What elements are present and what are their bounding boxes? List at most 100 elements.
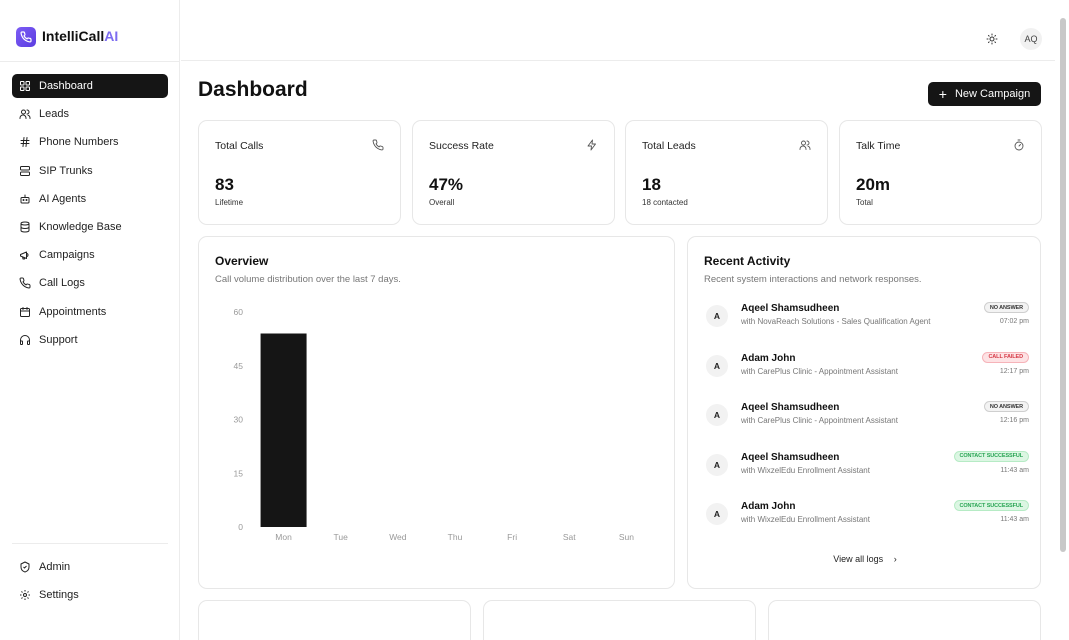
timer-icon (1014, 139, 1024, 151)
new-campaign-button[interactable]: + New Campaign (928, 82, 1041, 106)
avatar: A (706, 404, 728, 426)
sidebar-item-admin[interactable]: Admin (12, 555, 168, 579)
sidebar-item-label: Dashboard (39, 80, 93, 92)
x-tick-label: Thu (448, 532, 463, 542)
calendar-icon (20, 306, 30, 317)
sidebar-item-campaigns[interactable]: Campaigns (12, 243, 168, 267)
sidebar-item-phone-numbers[interactable]: Phone Numbers (12, 130, 168, 154)
phone-icon (372, 139, 384, 151)
status-badge: CONTACT SUCCESSFUL (953, 450, 1029, 462)
brand[interactable]: IntelliCallAI (16, 26, 118, 48)
sidebar-item-label: Leads (39, 108, 69, 121)
phone-icon (19, 277, 31, 289)
sidebar-item-ai-agents[interactable]: AI Agents (12, 187, 168, 211)
sidebar-item-leads[interactable]: Leads (12, 102, 168, 126)
y-tick-label: 15 (234, 468, 244, 478)
recent-activity-panel: Recent Activity Recent system interactio… (687, 236, 1041, 589)
sidebar-item-label: Call Logs (39, 277, 85, 290)
users-icon (19, 109, 31, 120)
secondary-nav: Admin Settings (12, 555, 168, 611)
activity-subtitle: Recent system interactions and network r… (704, 274, 922, 285)
shield-icon (20, 561, 30, 573)
activity-item[interactable]: A Aqeel Shamsudheen with NovaReach Solut… (704, 299, 1029, 349)
activity-item[interactable]: A Aqeel Shamsudheen with CarePlus Clinic… (704, 398, 1029, 448)
user-avatar[interactable]: AQ (1020, 28, 1042, 50)
bottom-card (768, 600, 1041, 640)
stat-value: 83 (215, 175, 234, 194)
activity-desc: with CarePlus Clinic - Appointment Assis… (741, 366, 898, 376)
sun-icon (986, 33, 998, 45)
theme-toggle-button[interactable] (981, 28, 1003, 50)
y-tick-label: 45 (234, 361, 244, 371)
main-nav: Dashboard Leads Phone Numbers SIP Trunks… (12, 74, 168, 356)
stat-card-total-calls: Total Calls 83 Lifetime (198, 120, 401, 225)
overview-panel: Overview Call volume distribution over t… (198, 236, 675, 589)
activity-desc: with CarePlus Clinic - Appointment Assis… (741, 416, 898, 425)
x-tick-label: Wed (389, 532, 407, 542)
activity-desc: with WixzelEdu Enrollment Assistant (741, 465, 870, 475)
avatar: A (706, 305, 728, 327)
x-tick-label: Fri (507, 532, 517, 542)
gear-icon (20, 590, 30, 601)
sidebar: IntelliCallAI Dashboard Leads Phone Numb… (0, 0, 180, 640)
bottom-card (198, 600, 471, 640)
top-bar: AQ (181, 0, 1055, 61)
sidebar-item-knowledge-base[interactable]: Knowledge Base (12, 215, 168, 239)
stat-label: Total Calls (215, 140, 264, 152)
brand-logo-icon (16, 27, 36, 47)
x-tick-label: Tue (334, 532, 349, 542)
activity-item[interactable]: A Adam John with WixzelEdu Enrollment As… (704, 497, 1029, 547)
headphones-icon (20, 334, 30, 345)
bot-icon (20, 194, 30, 204)
stat-sub: Total (856, 198, 873, 207)
sidebar-item-label: SIP Trunks (39, 164, 93, 177)
activity-name: Adam John (741, 501, 796, 512)
activity-time: 11:43 am (1000, 466, 1029, 474)
activity-desc: with NovaReach Solutions - Sales Qualifi… (741, 317, 931, 326)
x-tick-label: Sun (619, 532, 634, 542)
page-scrollbar[interactable] (1060, 18, 1066, 552)
sidebar-header-divider (0, 61, 180, 62)
stat-value: 47% (429, 175, 464, 194)
activity-item[interactable]: A Aqeel Shamsudheen with WixzelEdu Enrol… (704, 448, 1029, 498)
brand-name: IntelliCall (42, 28, 105, 44)
activity-name: Aqeel Shamsudheen (741, 451, 840, 463)
stat-sub: Lifetime (215, 198, 244, 207)
sidebar-item-label: Knowledge Base (39, 220, 122, 233)
sidebar-item-call-logs[interactable]: Call Logs (12, 271, 168, 295)
sidebar-item-settings[interactable]: Settings (12, 583, 168, 607)
sidebar-item-support[interactable]: Support (12, 328, 168, 352)
brand-suffix: AI (104, 28, 119, 44)
users-icon (799, 140, 811, 150)
sidebar-item-label: Phone Numbers (39, 136, 119, 149)
activity-name: Aqeel Shamsudheen (741, 303, 840, 314)
view-all-logs-link[interactable]: View all logs › (688, 554, 1042, 564)
activity-item[interactable]: A Adam John with CarePlus Clinic - Appoi… (704, 349, 1029, 399)
avatar: A (706, 354, 728, 377)
activity-desc: with WixzelEdu Enrollment Assistant (741, 515, 870, 524)
chart-bar-mon[interactable] (260, 333, 307, 528)
sidebar-divider (12, 543, 168, 544)
stat-card-talk-time: Talk Time 20m Total (839, 120, 1042, 225)
stat-label: Total Leads (642, 140, 696, 152)
x-tick-label: Sat (563, 532, 576, 542)
sidebar-item-label: Support (39, 333, 78, 346)
status-badge: CALL FAILED (982, 351, 1029, 363)
hash-icon (20, 137, 30, 148)
activity-name: Adam John (741, 352, 796, 364)
sidebar-item-sip-trunks[interactable]: SIP Trunks (12, 159, 168, 183)
activity-time: 12:17 pm (999, 367, 1029, 375)
status-badge: NO ANSWER (983, 401, 1029, 412)
zap-icon (587, 139, 596, 151)
sidebar-item-appointments[interactable]: Appointments (12, 300, 168, 324)
activity-time: 12:16 pm (999, 417, 1029, 424)
stat-value: 18 (642, 175, 661, 194)
database-icon (20, 221, 30, 233)
activity-list: A Aqeel Shamsudheen with NovaReach Solut… (704, 299, 1029, 547)
activity-title: Recent Activity (704, 254, 791, 268)
stat-label: Success Rate (429, 140, 494, 152)
avatar: A (706, 453, 728, 476)
megaphone-icon (20, 251, 29, 260)
server-icon (20, 165, 30, 176)
sidebar-item-dashboard[interactable]: Dashboard (12, 74, 168, 98)
